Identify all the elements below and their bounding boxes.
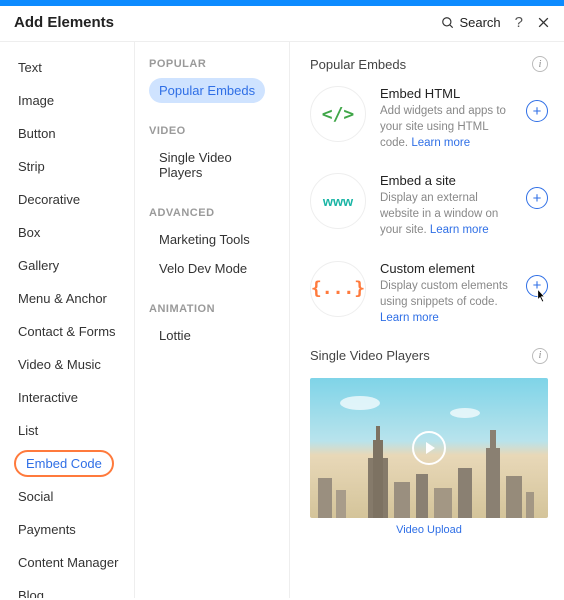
learn-more-link[interactable]: Learn more xyxy=(380,312,439,324)
info-icon[interactable]: i xyxy=(532,56,548,72)
embed-glyph-icon: {...} xyxy=(310,261,366,317)
embed-option: </> Embed HTML Add widgets and apps to you… xyxy=(310,86,548,151)
sidebar-item[interactable]: Image xyxy=(14,87,58,114)
category-sidebar: Text Image Button Strip Decorative Box Gallery… xyxy=(0,42,135,598)
content-pane: Popular Embeds i </> Embed HTML Add widget… xyxy=(290,42,564,598)
sidebar-item[interactable]: Blog xyxy=(14,582,48,598)
embed-description: Add widgets and apps to your site using … xyxy=(380,103,512,151)
header-actions: Search ? xyxy=(441,14,550,31)
sidebar-item[interactable]: Embed Code xyxy=(14,450,114,477)
panel-body: Text Image Button Strip Decorative Box Gallery… xyxy=(0,42,564,598)
sidebar-item[interactable]: Gallery xyxy=(14,252,63,279)
subnav-item[interactable]: Popular Embeds xyxy=(149,78,265,103)
section-title: Popular Embeds xyxy=(310,57,406,72)
cursor-icon xyxy=(531,286,549,310)
section-title: Single Video Players xyxy=(310,348,430,363)
subnav-item[interactable]: Marketing Tools xyxy=(149,227,260,252)
section-header-popular: Popular Embeds i xyxy=(310,56,548,72)
add-button[interactable]: + xyxy=(526,275,548,297)
info-icon[interactable]: i xyxy=(532,348,548,364)
sidebar-item[interactable]: Strip xyxy=(14,153,49,180)
play-icon xyxy=(412,431,446,465)
sidebar-item[interactable]: Social xyxy=(14,483,57,510)
sidebar-item[interactable]: Video & Music xyxy=(14,351,105,378)
search-icon xyxy=(441,16,455,30)
section-header-video: Single Video Players i xyxy=(310,348,548,364)
learn-more-link[interactable]: Learn more xyxy=(430,224,489,236)
sidebar-item[interactable]: Contact & Forms xyxy=(14,318,120,345)
subnav-item[interactable]: Velo Dev Mode xyxy=(149,256,257,281)
sidebar-item[interactable]: Payments xyxy=(14,516,80,543)
sidebar-item[interactable]: Button xyxy=(14,120,60,147)
embed-glyph-icon: www xyxy=(310,173,366,229)
embed-title: Embed HTML xyxy=(380,86,512,101)
subnav-group-heading: VIDEO xyxy=(149,125,279,137)
subnav-group-heading: ADVANCED xyxy=(149,207,279,219)
embeds-list: </> Embed HTML Add widgets and apps to you… xyxy=(310,86,548,326)
sidebar-item[interactable]: Interactive xyxy=(14,384,82,411)
panel-title: Add Elements xyxy=(14,14,114,31)
subnav-group-heading: ANIMATION xyxy=(149,303,279,315)
sidebar-item[interactable]: Content Manager xyxy=(14,549,122,576)
embed-option: www Embed a site Display an external websi… xyxy=(310,173,548,238)
search-button[interactable]: Search xyxy=(441,15,500,30)
subnav-item[interactable]: Lottie xyxy=(149,323,201,348)
help-icon[interactable]: ? xyxy=(515,14,523,31)
subnav-item[interactable]: Single Video Players xyxy=(149,145,279,185)
embed-text: Embed a site Display an external website … xyxy=(380,173,512,238)
subnav-group-heading: POPULAR xyxy=(149,58,279,70)
embed-description: Display custom elements using snippets o… xyxy=(380,278,512,326)
video-thumbnail[interactable] xyxy=(310,378,548,518)
sidebar-item[interactable]: Box xyxy=(14,219,44,246)
sidebar-item[interactable]: Text xyxy=(14,54,46,81)
sidebar-item[interactable]: List xyxy=(14,417,42,444)
add-button[interactable]: + xyxy=(526,187,548,209)
embed-text: Embed HTML Add widgets and apps to your s… xyxy=(380,86,512,151)
embed-title: Embed a site xyxy=(380,173,512,188)
embed-description: Display an external website in a window … xyxy=(380,190,512,238)
sidebar-item[interactable]: Decorative xyxy=(14,186,84,213)
learn-more-link[interactable]: Learn more xyxy=(411,137,470,149)
embed-text: Custom element Display custom elements us… xyxy=(380,261,512,326)
close-icon[interactable] xyxy=(537,16,550,29)
sidebar-item[interactable]: Menu & Anchor xyxy=(14,285,111,312)
subcategory-list: POPULAR Popular Embeds VIDEO Single Video P… xyxy=(135,42,290,598)
search-label: Search xyxy=(459,15,500,30)
embed-glyph-icon: </> xyxy=(310,86,366,142)
add-button[interactable]: + xyxy=(526,100,548,122)
panel-header: Add Elements Search ? xyxy=(0,6,564,42)
video-caption[interactable]: Video Upload xyxy=(310,524,548,536)
embed-option: {...} Custom element Display custom elemen… xyxy=(310,261,548,326)
embed-title: Custom element xyxy=(380,261,512,276)
